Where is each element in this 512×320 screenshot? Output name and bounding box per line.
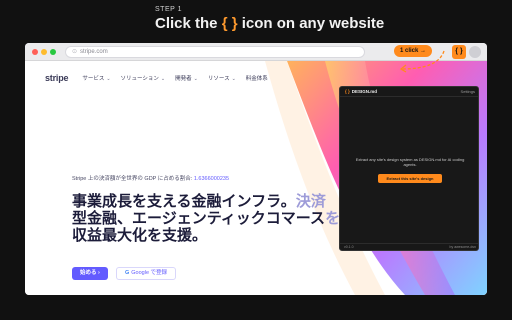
nav-item-label: ソリューション bbox=[120, 76, 159, 82]
google-icon: G bbox=[125, 270, 130, 276]
popup-title: { } DESIGN.md bbox=[345, 89, 377, 94]
chevron-down-icon: ⌄ bbox=[106, 76, 111, 82]
get-started-button[interactable]: 始める › bbox=[72, 267, 108, 280]
chevron-down-icon: ⌄ bbox=[193, 76, 198, 82]
hero-line-3: 収益最大化を支援。 bbox=[72, 227, 208, 244]
minimize-window-button[interactable] bbox=[41, 49, 47, 55]
popup-title-text: DESIGN.md bbox=[351, 89, 378, 94]
nav-item-solutions[interactable]: ソリューション ⌄ bbox=[121, 74, 166, 82]
nav-item-pricing[interactable]: 料金体系 bbox=[246, 74, 268, 82]
dashed-arrow-icon bbox=[399, 50, 445, 73]
popup-footer: v0.1.0 by awesome-dsn bbox=[340, 243, 478, 250]
google-signup-button[interactable]: G Google で登録 bbox=[116, 267, 177, 280]
step-label: STEP 1 bbox=[155, 6, 182, 13]
headline-post: icon on any website bbox=[237, 15, 385, 32]
braces-icon-label: { } bbox=[221, 15, 238, 32]
braces-icon: { } bbox=[345, 89, 350, 94]
chevron-down-icon: ⌄ bbox=[231, 76, 236, 82]
nav-item-resources[interactable]: リソース ⌄ bbox=[208, 74, 236, 82]
hero-line-1: 事業成長を支える金融インフラ。 bbox=[72, 193, 296, 210]
browser-window: ⊙ stripe.com 1 click → { } stripe サービス ⌄… bbox=[25, 43, 487, 295]
address-bar[interactable]: ⊙ stripe.com bbox=[65, 46, 365, 58]
extract-design-button[interactable]: Extract this site's design bbox=[378, 174, 442, 183]
close-window-button[interactable] bbox=[32, 49, 38, 55]
gdp-tagline: Stripe 上の決済額が全世界の GDP に占める割合: 1.63660002… bbox=[72, 174, 229, 182]
hero-line-2: 型金融、エージェンティックコマース bbox=[72, 210, 326, 227]
extension-braces-icon[interactable]: { } bbox=[452, 45, 466, 59]
maximize-window-button[interactable] bbox=[50, 49, 56, 55]
webpage: stripe サービス ⌄ ソリューション ⌄ 開発者 ⌄ リソース ⌄ 料金体系 St… bbox=[25, 61, 487, 295]
stripe-logo[interactable]: stripe bbox=[45, 73, 69, 83]
nav-item-services[interactable]: サービス ⌄ bbox=[82, 74, 110, 82]
google-signup-label: Google で登録 bbox=[131, 270, 168, 276]
nav-item-developers[interactable]: 開発者 ⌄ bbox=[175, 74, 198, 82]
profile-avatar[interactable] bbox=[469, 46, 481, 58]
headline: Click the { } icon on any website bbox=[155, 15, 384, 32]
nav-item-label: 開発者 bbox=[175, 76, 192, 82]
extension-popup: { } DESIGN.md Settings Extract any site's… bbox=[339, 86, 479, 251]
hero-line-1-fade: 決済 bbox=[295, 193, 326, 210]
author-link[interactable]: by awesome-dsn bbox=[450, 245, 476, 249]
site-nav: stripe サービス ⌄ ソリューション ⌄ 開発者 ⌄ リソース ⌄ 料金体系 bbox=[45, 72, 278, 84]
url-text: stripe.com bbox=[80, 49, 108, 55]
nav-item-label: サービス bbox=[82, 76, 105, 82]
hero-line-2-fade: を bbox=[325, 210, 341, 227]
popup-description: Extract any site's design system as DESI… bbox=[355, 157, 465, 167]
version-label: v0.1.0 bbox=[344, 245, 354, 249]
lock-icon: ⊙ bbox=[72, 49, 78, 55]
settings-link[interactable]: Settings bbox=[461, 89, 475, 94]
popup-header: { } DESIGN.md Settings bbox=[340, 87, 478, 97]
headline-pre: Click the bbox=[155, 15, 222, 32]
nav-item-label: リソース bbox=[207, 76, 230, 82]
gdp-counter: 1.6366000235 bbox=[193, 176, 230, 182]
tagline-text: Stripe 上の決済額が全世界の GDP に占める割合: bbox=[72, 176, 194, 182]
chevron-down-icon: ⌄ bbox=[160, 76, 166, 82]
nav-item-label: 料金体系 bbox=[245, 76, 268, 82]
